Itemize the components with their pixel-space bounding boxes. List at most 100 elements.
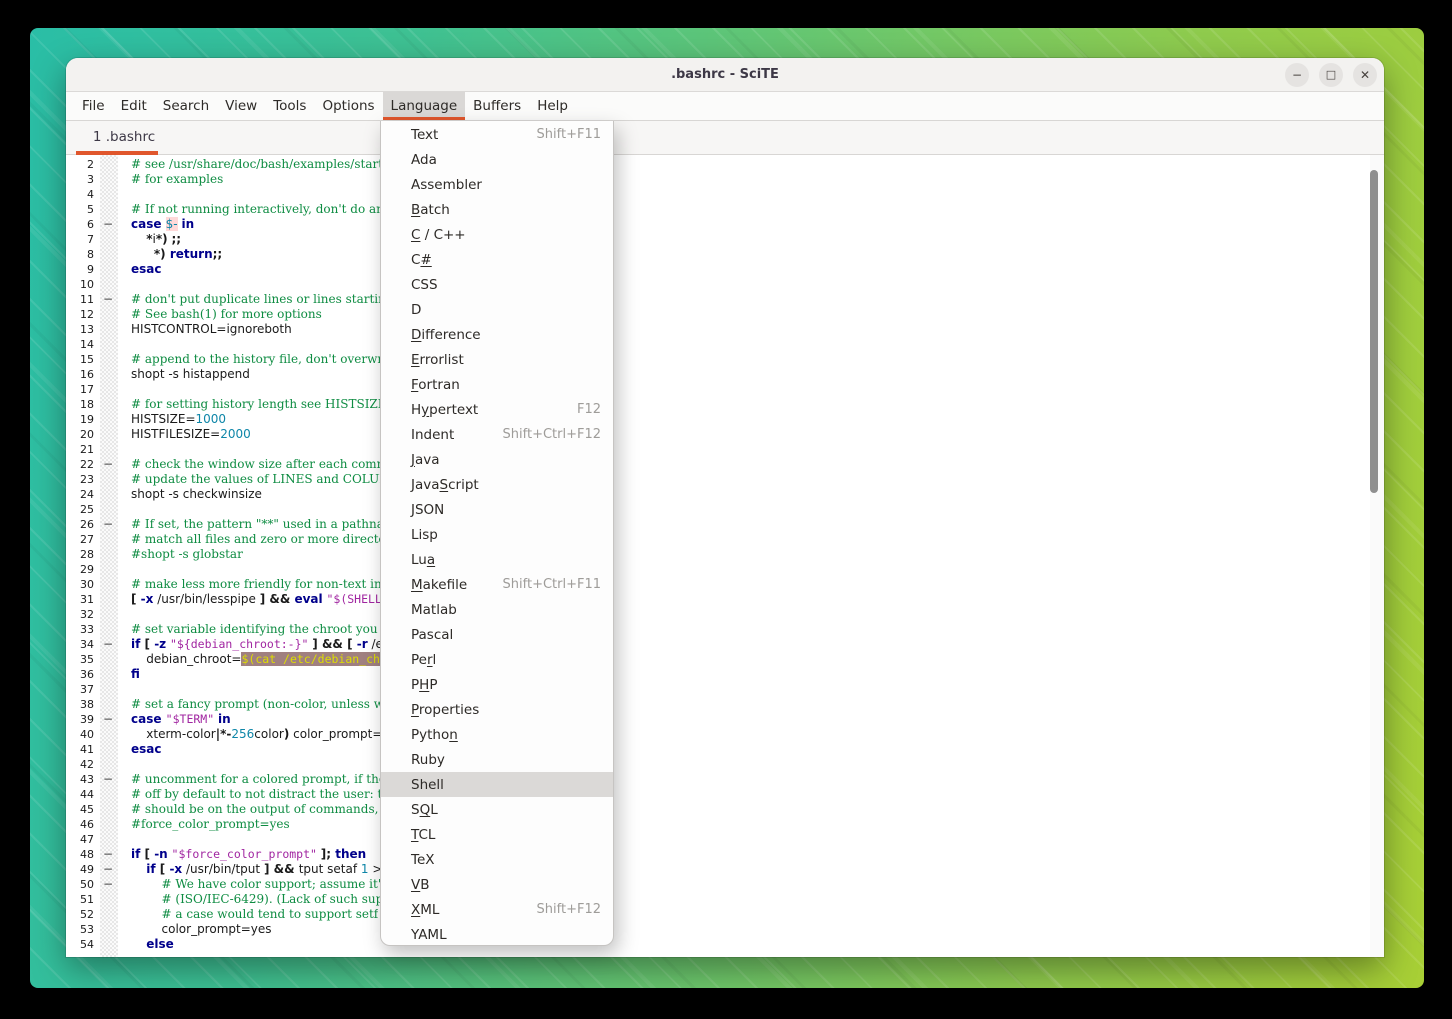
menu-item-matlab[interactable]: Matlab: [381, 597, 613, 622]
menu-item-python[interactable]: Python: [381, 722, 613, 747]
menubar-item-help[interactable]: Help: [529, 92, 576, 120]
code-line[interactable]: 29: [66, 562, 1384, 577]
menu-item-java[interactable]: Java: [381, 447, 613, 472]
menu-item-tcl[interactable]: TCL: [381, 822, 613, 847]
menu-item-tex[interactable]: TeX: [381, 847, 613, 872]
code-line[interactable]: 17: [66, 382, 1384, 397]
menubar-item-edit[interactable]: Edit: [113, 92, 155, 120]
menubar-item-buffers[interactable]: Buffers: [465, 92, 529, 120]
tab-bashrc[interactable]: 1 .bashrc: [76, 121, 172, 155]
menu-item-ruby[interactable]: Ruby: [381, 747, 613, 772]
maximize-button[interactable]: □: [1319, 63, 1343, 87]
minimize-button[interactable]: −: [1285, 63, 1309, 87]
scrollbar-thumb[interactable]: [1370, 170, 1378, 493]
code-line[interactable]: 15# append to the history file, don't ov…: [66, 352, 1384, 367]
code-line[interactable]: 40 xterm-color|*-256color) color_prompt=: [66, 727, 1384, 742]
code-line[interactable]: 41esac: [66, 742, 1384, 757]
close-button[interactable]: ✕: [1353, 63, 1377, 87]
code-line[interactable]: 12# See bash(1) for more options: [66, 307, 1384, 322]
code-line[interactable]: 21: [66, 442, 1384, 457]
menu-item-json[interactable]: JSON: [381, 497, 613, 522]
menu-item-assembler[interactable]: Assembler: [381, 172, 613, 197]
code-line[interactable]: 33# set variable identifying the chroot …: [66, 622, 1384, 637]
menu-item-javascript[interactable]: JavaScript: [381, 472, 613, 497]
code-line[interactable]: 38# set a fancy prompt (non-color, unles…: [66, 697, 1384, 712]
code-line[interactable]: 10: [66, 277, 1384, 292]
code-line[interactable]: 9esac: [66, 262, 1384, 277]
menu-item-xml[interactable]: XMLShift+F12: [381, 897, 613, 922]
code-line[interactable]: 54 else: [66, 937, 1384, 952]
code-line[interactable]: 52 # a case would tend to support setf: [66, 907, 1384, 922]
code-line[interactable]: 24shopt -s checkwinsize: [66, 487, 1384, 502]
code-line[interactable]: 30# make less more friendly for non-text…: [66, 577, 1384, 592]
code-line[interactable]: 13HISTCONTROL=ignoreboth: [66, 322, 1384, 337]
menu-item-d[interactable]: D: [381, 297, 613, 322]
code-line[interactable]: 32: [66, 607, 1384, 622]
code-line[interactable]: 25: [66, 502, 1384, 517]
menu-item-sql[interactable]: SQL: [381, 797, 613, 822]
code-line[interactable]: 42: [66, 757, 1384, 772]
menu-item-fortran[interactable]: Fortran: [381, 372, 613, 397]
menu-item-indent[interactable]: IndentShift+Ctrl+F12: [381, 422, 613, 447]
code-line[interactable]: 46#force_color_prompt=yes: [66, 817, 1384, 832]
menu-item-hypertext[interactable]: HypertextF12: [381, 397, 613, 422]
menu-item-perl[interactable]: Perl: [381, 647, 613, 672]
fold-marker-icon[interactable]: −: [99, 457, 117, 472]
code-line[interactable]: 53 color_prompt=yes: [66, 922, 1384, 937]
menubar-item-file[interactable]: File: [74, 92, 113, 120]
fold-marker-icon[interactable]: −: [99, 847, 117, 862]
menu-item-properties[interactable]: Properties: [381, 697, 613, 722]
fold-marker-icon[interactable]: −: [99, 862, 117, 877]
code-line[interactable]: 39−case "$TERM" in: [66, 712, 1384, 727]
fold-marker-icon[interactable]: −: [99, 517, 117, 532]
fold-marker-icon[interactable]: −: [99, 877, 117, 892]
code-line[interactable]: 3# for examples: [66, 172, 1384, 187]
code-line[interactable]: 4: [66, 187, 1384, 202]
menu-item-ada[interactable]: Ada: [381, 147, 613, 172]
code-line[interactable]: 14: [66, 337, 1384, 352]
code-line[interactable]: 48−if [ -n "$force_color_prompt" ]; then: [66, 847, 1384, 862]
code-line[interactable]: 45# should be on the output of commands,…: [66, 802, 1384, 817]
code-line[interactable]: 19HISTSIZE=1000: [66, 412, 1384, 427]
code-line[interactable]: 50− # We have color support; assume it': [66, 877, 1384, 892]
code-line[interactable]: 43−# uncomment for a colored prompt, if …: [66, 772, 1384, 787]
code-line[interactable]: 8 *) return;;: [66, 247, 1384, 262]
title-bar[interactable]: .bashrc - SciTE − □ ✕: [66, 58, 1384, 92]
menu-item-makefile[interactable]: MakefileShift+Ctrl+F11: [381, 572, 613, 597]
code-line[interactable]: 34−if [ -z "${debian_chroot:-}" ] && [ -…: [66, 637, 1384, 652]
menu-item-lisp[interactable]: Lisp: [381, 522, 613, 547]
fold-marker-icon[interactable]: −: [99, 217, 117, 232]
fold-marker-icon[interactable]: −: [99, 292, 117, 307]
code-line[interactable]: 11−# don't put duplicate lines or lines …: [66, 292, 1384, 307]
menu-item-difference[interactable]: Difference: [381, 322, 613, 347]
menubar-item-tools[interactable]: Tools: [265, 92, 314, 120]
code-line[interactable]: 26−# If set, the pattern "**" used in a …: [66, 517, 1384, 532]
menu-item-errorlist[interactable]: Errorlist: [381, 347, 613, 372]
code-line[interactable]: 44# off by default to not distract the u…: [66, 787, 1384, 802]
fold-marker-icon[interactable]: −: [99, 637, 117, 652]
code-line[interactable]: 23# update the values of LINES and COLUM: [66, 472, 1384, 487]
code-line[interactable]: 47: [66, 832, 1384, 847]
menu-item-c-c-[interactable]: C / C++: [381, 222, 613, 247]
code-line[interactable]: 35 debian_chroot=$(cat /etc/debian_chroo: [66, 652, 1384, 667]
menu-item-yaml[interactable]: YAML: [381, 922, 613, 947]
menu-item-c-[interactable]: C#: [381, 247, 613, 272]
code-line[interactable]: 36fi: [66, 667, 1384, 682]
menu-item-text[interactable]: TextShift+F11: [381, 122, 613, 147]
code-line[interactable]: 37: [66, 682, 1384, 697]
fold-marker-icon[interactable]: −: [99, 772, 117, 787]
code-line[interactable]: 20HISTFILESIZE=2000: [66, 427, 1384, 442]
code-line[interactable]: 49− if [ -x /usr/bin/tput ] && tput seta…: [66, 862, 1384, 877]
code-line[interactable]: 6−case $- in: [66, 217, 1384, 232]
menu-item-pascal[interactable]: Pascal: [381, 622, 613, 647]
code-line[interactable]: 7 *i*) ;;: [66, 232, 1384, 247]
code-line[interactable]: 51 # (ISO/IEC-6429). (Lack of such sup: [66, 892, 1384, 907]
code-line[interactable]: 27# match all files and zero or more dir…: [66, 532, 1384, 547]
code-line[interactable]: 5# If not running interactively, don't d…: [66, 202, 1384, 217]
code-area[interactable]: 2# see /usr/share/doc/bash/examples/star…: [66, 157, 1384, 952]
code-line[interactable]: 2# see /usr/share/doc/bash/examples/star…: [66, 157, 1384, 172]
menubar-item-options[interactable]: Options: [314, 92, 382, 120]
menu-item-css[interactable]: CSS: [381, 272, 613, 297]
menubar-item-view[interactable]: View: [217, 92, 265, 120]
code-line[interactable]: 28#shopt -s globstar: [66, 547, 1384, 562]
